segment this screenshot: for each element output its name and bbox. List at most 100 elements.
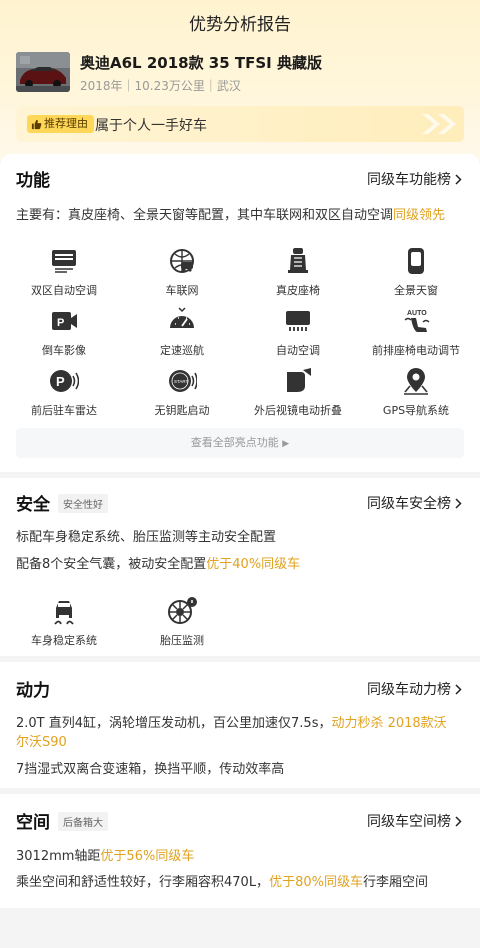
space-line-1-text: 3012mm轴距 [16, 849, 101, 864]
space-line-2-text: 乘坐空间和舒适性较好，行李厢容积470L， [16, 875, 270, 890]
feature-tire-pressure[interactable]: 胎压监测 [132, 596, 232, 648]
feature-label: 前后驻车雷达 [31, 404, 97, 417]
feature-label: 真皮座椅 [276, 284, 320, 297]
feature-label: GPS导航系统 [382, 404, 450, 417]
svg-text:P: P [56, 374, 65, 389]
function-description-text: 主要有：真皮座椅、全景天窗等配置，其中车联网和双区自动空调 [16, 208, 394, 223]
safety-tag: 安全性好 [58, 494, 108, 513]
power-title: 动力 [16, 681, 50, 701]
see-all-features-label: 查看全部亮点功能 [190, 436, 279, 449]
feature-label: 胎压监测 [160, 634, 204, 647]
feature-auto-ac[interactable]: 自动空调 [248, 306, 348, 358]
mirror-fold-icon [287, 368, 311, 392]
chevron-right-icon [455, 497, 462, 509]
car-meta: 2018年｜10.23万公里｜武汉 [80, 79, 241, 93]
feature-label: 车联网 [165, 284, 199, 297]
feature-label: 双区自动空调 [31, 284, 97, 297]
space-section: 空间 后备箱大 同级车空间榜 3012mm轴距优于56%同级车 乘坐空间和舒适性… [0, 794, 480, 908]
space-tag: 后备箱大 [58, 812, 108, 831]
function-description-highlight: 同级领先 [393, 208, 446, 223]
feature-label: 倒车影像 [42, 344, 86, 357]
car-thumbnail [16, 52, 70, 92]
svg-text:START: START [174, 379, 189, 384]
see-all-features-button[interactable]: 查看全部亮点功能 ▶ [16, 428, 464, 458]
feature-parking-radar[interactable]: P 前后驻车雷达 [14, 366, 114, 418]
space-line-1: 3012mm轴距优于56%同级车 [16, 845, 194, 864]
chevron-right-icon [455, 683, 462, 695]
recommend-reason-text: 属于个人一手好车 [95, 118, 207, 134]
space-line-2-highlight: 优于80%同级车 [269, 875, 363, 890]
leather-seat-icon [288, 248, 308, 273]
feature-keyless-start[interactable]: START 无钥匙启动 [132, 366, 232, 418]
power-ranking-label: 同级车动力榜 [367, 682, 451, 698]
space-line-2: 乘坐空间和舒适性较好，行李厢容积470L，优于80%同级车行李厢空间 [16, 871, 428, 890]
safety-ranking-label: 同级车安全榜 [367, 496, 451, 512]
function-section: 功能 同级车功能榜 主要有：真皮座椅、全景天窗等配置，其中车联网和双区自动空调同… [0, 154, 480, 472]
feature-power-seat[interactable]: AUTO 前排座椅电动调节 [366, 306, 466, 358]
feature-mirror-fold[interactable]: 外后视镜电动折叠 [248, 366, 348, 418]
feature-dual-zone-ac[interactable]: 双区自动空调 [14, 246, 114, 298]
power-line-2-highlight: 尔沃S90 [16, 735, 67, 750]
function-title: 功能 [16, 171, 50, 191]
safety-section: 安全 安全性好 同级车安全榜 标配车身稳定系统、胎压监测等主动安全配置 配备8个… [0, 478, 480, 656]
panoramic-sunroof-icon [408, 248, 424, 274]
space-ranking-label: 同级车空间榜 [367, 814, 451, 830]
space-ranking-link[interactable]: 同级车空间榜 [367, 811, 462, 831]
feature-connected-car[interactable]: 车联网 [132, 246, 232, 298]
safety-ranking-link[interactable]: 同级车安全榜 [367, 493, 462, 513]
feature-gps-nav[interactable]: GPS导航系统 [366, 366, 466, 418]
keyless-start-icon: START [169, 370, 197, 392]
chevron-right-icon [455, 815, 462, 827]
feature-panoramic-sunroof[interactable]: 全景天窗 [366, 246, 466, 298]
parking-radar-icon: P [50, 370, 79, 392]
power-ranking-link[interactable]: 同级车动力榜 [367, 679, 462, 699]
recommend-reason-tag: 推荐理由 [27, 115, 94, 133]
feature-label: 外后视镜电动折叠 [254, 404, 342, 417]
triangle-right-icon: ▶ [282, 439, 290, 449]
power-line-1-text: 2.0T 直列4缸，涡轮增压发动机，百公里加速仅7.5s， [16, 716, 332, 731]
svg-text:P: P [57, 317, 64, 329]
power-seat-icon: AUTO [404, 310, 430, 332]
space-line-2-suffix: 行李厢空间 [362, 875, 428, 890]
feature-reverse-camera[interactable]: P 倒车影像 [14, 306, 114, 358]
feature-label: 车身稳定系统 [31, 634, 97, 647]
stability-control-icon [54, 601, 74, 625]
function-ranking-link[interactable]: 同级车功能榜 [367, 169, 462, 189]
recommend-reason-tag-label: 推荐理由 [44, 117, 88, 130]
safety-line-1: 标配车身稳定系统、胎压监测等主动安全配置 [16, 530, 277, 545]
feature-cruise-control[interactable]: 定速巡航 [132, 306, 232, 358]
gps-nav-icon [404, 368, 428, 395]
power-section: 动力 同级车动力榜 2.0T 直列4缸，涡轮增压发动机，百公里加速仅7.5s，动… [0, 662, 480, 788]
function-ranking-label: 同级车功能榜 [367, 172, 451, 188]
connected-car-icon [170, 249, 194, 273]
tire-pressure-icon [168, 597, 197, 624]
thumbs-up-icon [31, 119, 42, 129]
safety-line-2-text: 配备8个安全气囊，被动安全配置 [16, 557, 207, 572]
chevron-right-icon [455, 173, 462, 185]
power-line-1: 2.0T 直列4缸，涡轮增压发动机，百公里加速仅7.5s，动力秒杀 2018款沃 [16, 712, 447, 731]
feature-label: 自动空调 [276, 344, 320, 357]
svg-text:AUTO: AUTO [407, 310, 427, 317]
feature-label: 定速巡航 [160, 344, 204, 357]
space-title: 空间 [16, 813, 50, 833]
safety-title: 安全 [16, 495, 50, 515]
feature-label: 前排座椅电动调节 [372, 344, 460, 357]
safety-line-2: 配备8个安全气囊，被动安全配置优于40%同级车 [16, 553, 300, 572]
feature-stability-control[interactable]: 车身稳定系统 [14, 596, 114, 648]
car-name: 奥迪A6L 2018款 35 TFSI 典藏版 [80, 54, 322, 72]
feature-label: 全景天窗 [394, 284, 438, 297]
dual-zone-ac-icon [52, 250, 76, 273]
reverse-camera-icon: P [52, 312, 77, 330]
feature-label: 无钥匙启动 [154, 404, 210, 417]
power-line-3: 7挡湿式双离合变速箱，换挡平顺，传动效率高 [16, 762, 285, 777]
power-line-1-highlight: 动力秒杀 2018款沃 [331, 716, 447, 731]
safety-line-2-highlight: 优于40%同级车 [206, 557, 301, 572]
space-line-1-highlight: 优于56%同级车 [100, 849, 195, 864]
power-line-2: 尔沃S90 [16, 731, 67, 750]
auto-ac-icon [286, 311, 310, 331]
cruise-control-icon [170, 307, 194, 328]
chevron-decoration-icon [422, 114, 456, 134]
function-description: 主要有：真皮座椅、全景天窗等配置，其中车联网和双区自动空调同级领先 [16, 204, 445, 223]
feature-leather-seat[interactable]: 真皮座椅 [248, 246, 348, 298]
page-title: 优势分析报告 [189, 15, 291, 35]
